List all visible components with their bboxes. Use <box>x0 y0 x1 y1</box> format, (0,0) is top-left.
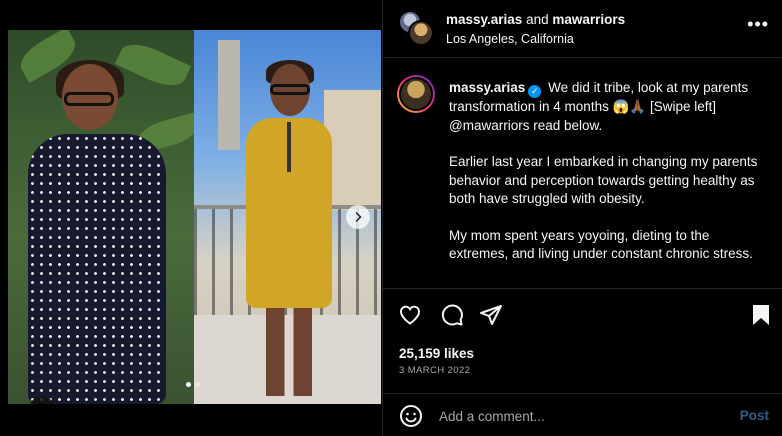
header-usernames: massy.arias and mawarriors <box>446 12 625 27</box>
avatar-image <box>399 77 433 111</box>
like-button[interactable] <box>397 302 423 328</box>
glasses <box>64 92 114 106</box>
polka-dot-dress <box>28 134 166 404</box>
post-date[interactable]: 3 MARCH 2022 <box>399 365 470 376</box>
caption-section: massy.arias ✓ We did it tribe, look at my… <box>383 59 782 289</box>
header-and-text: and <box>526 12 549 27</box>
background-tower <box>218 40 240 150</box>
location-link[interactable]: Los Angeles, California <box>446 32 574 46</box>
save-button[interactable] <box>748 302 774 328</box>
background-building <box>324 90 381 210</box>
post-header: massy.arias and mawarriors Los Angeles, … <box>383 0 782 58</box>
dress-zipper <box>287 122 291 172</box>
user-tag-icon <box>35 402 49 404</box>
post-media[interactable] <box>0 0 382 436</box>
header-username-link[interactable]: massy.arias <box>446 12 522 27</box>
collab-avatars[interactable] <box>398 10 434 46</box>
legs <box>266 306 312 396</box>
comment-bar: Post <box>383 393 782 436</box>
emoji-picker-button[interactable] <box>399 404 423 428</box>
post-comment-button[interactable]: Post <box>740 408 769 423</box>
verified-badge-icon: ✓ <box>528 85 542 98</box>
glasses <box>270 84 310 95</box>
caption-text: massy.arias ✓ We did it tribe, look at my… <box>449 79 771 282</box>
action-bar <box>383 298 782 334</box>
caption-paragraph-3: My mom spent years yoyoing, dieting to t… <box>449 227 753 262</box>
comment-icon <box>441 304 463 326</box>
more-options-button[interactable]: ••• <box>747 14 769 34</box>
header-collaborator-link[interactable]: mawarriors <box>552 12 625 27</box>
photo-before <box>8 30 194 404</box>
bookmark-icon <box>753 305 769 325</box>
share-button[interactable] <box>478 302 504 328</box>
caption-paragraph-2: Earlier last year I embarked in changing… <box>449 154 758 206</box>
caption-username-link[interactable]: massy.arias <box>449 80 525 95</box>
comment-input[interactable] <box>439 404 709 428</box>
more-horizontal-icon: ••• <box>747 14 769 34</box>
carousel-dot-active <box>186 382 191 387</box>
caption-avatar[interactable] <box>397 75 435 113</box>
carousel-next-button[interactable] <box>346 205 370 229</box>
chevron-right-icon <box>355 212 362 222</box>
carousel-dot <box>195 382 200 387</box>
likes-count[interactable]: 25,159 likes <box>399 346 474 361</box>
share-icon <box>480 305 502 325</box>
avatar-massy-arias[interactable] <box>408 20 434 46</box>
comment-button[interactable] <box>439 302 465 328</box>
palm-leaf <box>114 36 192 94</box>
heart-icon <box>400 305 420 325</box>
post-side-panel: massy.arias and mawarriors Los Angeles, … <box>382 0 782 436</box>
carousel-indicator <box>186 382 200 387</box>
emoji-icon <box>400 405 422 427</box>
